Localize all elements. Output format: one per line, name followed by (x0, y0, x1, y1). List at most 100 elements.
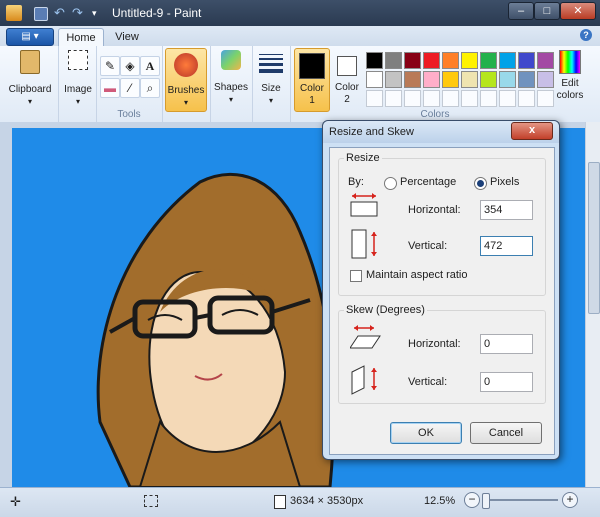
edit-colors-label-2: colors (556, 90, 584, 101)
color1-number: 1 (309, 95, 315, 106)
percentage-label[interactable]: Percentage (400, 176, 456, 188)
tab-view[interactable]: View (108, 28, 146, 46)
color-swatch[interactable] (423, 71, 440, 88)
tab-home[interactable]: Home (58, 28, 104, 47)
window-title: Untitled-9 - Paint (112, 6, 202, 20)
colors-group: Color 1 Color 2 Edit colors Colors (290, 46, 600, 122)
custom-color-slot[interactable] (404, 90, 421, 107)
chevron-down-icon: ▾ (228, 95, 233, 104)
clipboard-label: Clipboard (8, 84, 52, 95)
paint-app-icon[interactable] (6, 5, 22, 21)
maintain-aspect-checkbox[interactable] (350, 270, 362, 282)
custom-color-slot[interactable] (518, 90, 535, 107)
chevron-down-icon: ▾ (27, 97, 32, 106)
status-bar: ✛ 3634 × 3530px 12.5% − + (0, 487, 600, 517)
eraser-icon[interactable]: ▬ (100, 78, 120, 98)
magnifier-icon[interactable]: ⌕ (140, 78, 160, 98)
skew-horizontal-input[interactable]: 0 (480, 334, 533, 354)
scroll-thumb[interactable] (588, 162, 600, 314)
color-swatch[interactable] (480, 71, 497, 88)
color-swatch[interactable] (499, 71, 516, 88)
zoom-in-button[interactable]: + (562, 492, 578, 508)
dialog-close-button[interactable]: x (511, 122, 553, 140)
redo-icon[interactable]: ↷ (72, 5, 88, 21)
color1-button[interactable]: Color 1 (294, 48, 330, 112)
dialog-body: Resize By: Percentage Pixels Horizontal:… (329, 147, 555, 455)
zoom-slider-thumb[interactable] (482, 493, 490, 509)
resize-vertical-icon (351, 229, 377, 259)
title-bar: ↶ ↷ ▾ Untitled-9 - Paint – □ ✕ (0, 0, 600, 26)
maintain-aspect-label[interactable]: Maintain aspect ratio (366, 269, 468, 281)
skew-legend: Skew (Degrees) (344, 304, 427, 316)
color-picker-icon[interactable]: ⁄ (120, 78, 140, 98)
shapes-icon (221, 50, 241, 70)
skew-vertical-input[interactable]: 0 (480, 372, 533, 392)
custom-color-slot[interactable] (385, 90, 402, 107)
color-swatch[interactable] (385, 52, 402, 69)
dialog-title-bar: Resize and Skew x (323, 121, 559, 143)
custom-color-slot[interactable] (366, 90, 383, 107)
color-swatch[interactable] (518, 71, 535, 88)
brushes-group: Brushes ▾ (162, 46, 211, 122)
pencil-icon[interactable]: ✎ (100, 56, 120, 76)
brush-icon (174, 53, 198, 77)
shapes-button[interactable]: Shapes ▾ (213, 50, 249, 106)
color-palette (366, 52, 556, 112)
cancel-button[interactable]: Cancel (470, 422, 542, 444)
color-swatch[interactable] (423, 52, 440, 69)
color1-swatch (299, 53, 325, 79)
edit-colors-button[interactable]: Edit colors (552, 48, 588, 102)
customize-quick-access-icon[interactable]: ▾ (92, 5, 108, 21)
vertical-scrollbar[interactable] (585, 122, 600, 487)
fill-icon[interactable]: ◈ (120, 56, 140, 76)
resize-horizontal-input[interactable]: 354 (480, 200, 533, 220)
skew-horizontal-icon (350, 325, 381, 349)
color-swatch[interactable] (404, 71, 421, 88)
cursor-position-icon: ✛ (10, 494, 21, 509)
save-icon[interactable] (34, 7, 48, 21)
maximize-button[interactable]: □ (534, 2, 560, 20)
zoom-level: 12.5% (424, 495, 456, 507)
custom-color-slot[interactable] (480, 90, 497, 107)
color-swatch[interactable] (518, 52, 535, 69)
color-swatch[interactable] (461, 71, 478, 88)
help-icon[interactable]: ? (580, 29, 592, 41)
custom-color-slot[interactable] (423, 90, 440, 107)
color-swatch[interactable] (366, 52, 383, 69)
size-button[interactable]: Size ▾ (255, 50, 287, 107)
canvas-dimensions: 3634 × 3530px (290, 495, 364, 507)
image-label: Image (64, 84, 92, 95)
ok-button[interactable]: OK (390, 422, 462, 444)
color2-button[interactable]: Color 2 (332, 48, 362, 110)
close-button[interactable]: ✕ (560, 2, 596, 20)
pixels-label[interactable]: Pixels (490, 176, 519, 188)
percentage-radio[interactable] (384, 177, 397, 190)
pixels-radio[interactable] (474, 177, 487, 190)
edit-colors-label: Edit (561, 78, 579, 89)
custom-color-slot[interactable] (499, 90, 516, 107)
clipboard-button[interactable]: Clipboard ▾ (6, 50, 54, 108)
resize-vertical-input[interactable]: 472 (480, 236, 533, 256)
zoom-out-button[interactable]: − (464, 492, 480, 508)
by-label: By: (348, 176, 364, 188)
color-swatch[interactable] (404, 52, 421, 69)
canvas-size-icon (274, 495, 286, 509)
color-swatch[interactable] (442, 71, 459, 88)
brushes-button[interactable]: Brushes ▾ (165, 48, 207, 112)
minimize-button[interactable]: – (508, 2, 534, 20)
color-swatch[interactable] (366, 71, 383, 88)
color-swatch[interactable] (442, 52, 459, 69)
custom-color-slot[interactable] (461, 90, 478, 107)
custom-color-slot[interactable] (442, 90, 459, 107)
color-swatch[interactable] (499, 52, 516, 69)
color-swatch[interactable] (385, 71, 402, 88)
paint-menu-button[interactable]: ▤ ▾ (6, 28, 54, 46)
color-swatch[interactable] (461, 52, 478, 69)
edit-colors-icon (559, 50, 581, 74)
ribbon-tab-row: ▤ ▾ Home View ? (0, 26, 600, 47)
text-icon[interactable]: A (140, 56, 160, 76)
image-button[interactable]: Image ▾ (62, 50, 94, 108)
color-swatch[interactable] (480, 52, 497, 69)
undo-icon[interactable]: ↶ (54, 5, 70, 21)
zoom-slider[interactable] (482, 493, 558, 509)
